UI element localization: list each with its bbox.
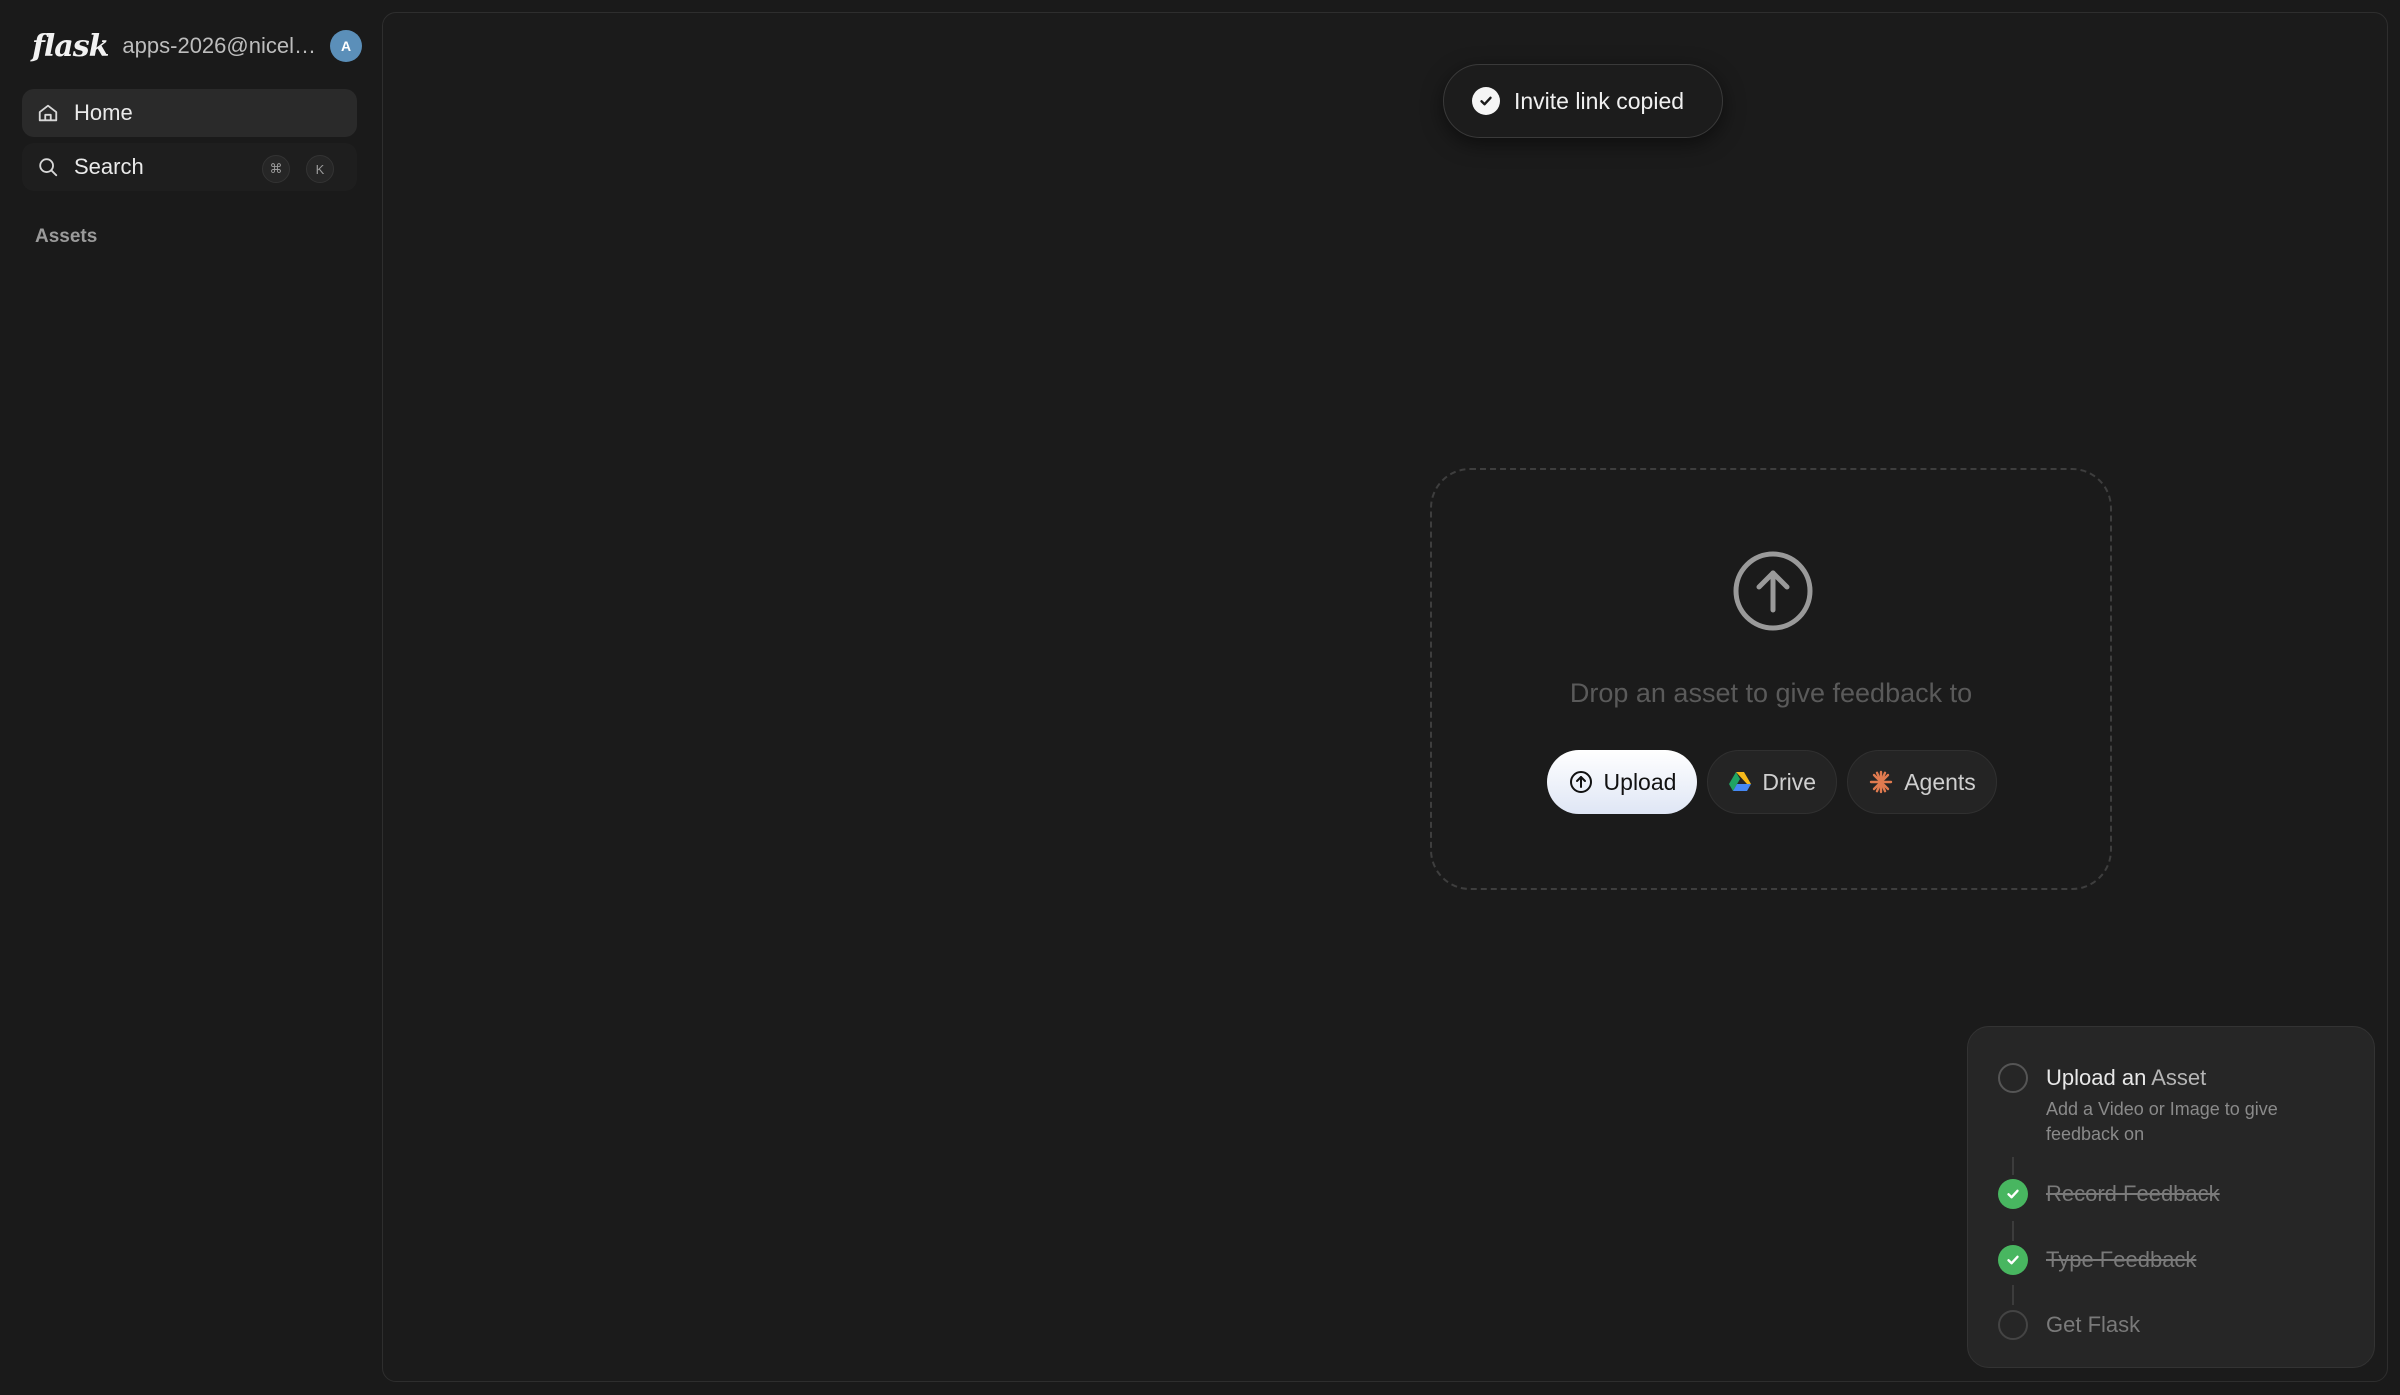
shortcut-k-key: K [306, 155, 334, 183]
sidebar-item-label: Search [74, 154, 144, 179]
step-title: Get Flask [2046, 1312, 2141, 1337]
sidebar-item-home[interactable]: Home [22, 89, 357, 137]
sidebar-item-label: Home [74, 100, 133, 125]
step-title: Upload an Asset [2046, 1063, 2336, 1093]
flask-logo: flask [32, 28, 109, 64]
home-icon [36, 101, 60, 125]
toast-notification: Invite link copied [1443, 64, 1723, 138]
upload-arrow-icon [1732, 550, 1814, 632]
sidebar-item-search[interactable]: Search ⌘ K [22, 143, 357, 191]
drive-button-label: Drive [1762, 768, 1816, 795]
agents-button-label: Agents [1904, 768, 1976, 795]
account-email[interactable]: apps-2026@nicely... [122, 33, 318, 59]
step-title-part: Upload an [2046, 1065, 2147, 1090]
step-connector [2012, 1157, 2014, 1175]
upload-button[interactable]: Upload [1547, 750, 1697, 814]
upload-button-label: Upload [1603, 768, 1677, 795]
sidebar: flask apps-2026@nicely... A Home Search [0, 0, 378, 1395]
check-circle-icon [1472, 87, 1500, 115]
avatar[interactable]: A [330, 30, 362, 62]
step-status-circle-icon [1998, 1063, 2028, 1093]
step-upload-asset[interactable]: Upload an Asset Add a Video or Image to … [1998, 1063, 2336, 1147]
drive-button[interactable]: Drive [1707, 750, 1837, 814]
step-title-part: Asset [2151, 1065, 2207, 1090]
google-drive-icon [1728, 769, 1752, 795]
assets-section-label: Assets [35, 226, 98, 247]
step-connector [2012, 1285, 2014, 1305]
agents-button[interactable]: Agents [1847, 750, 1997, 814]
shortcut-cmd-key: ⌘ [262, 155, 290, 183]
step-status-circle-icon [1998, 1310, 2028, 1340]
toast-text: Invite link copied [1514, 87, 1685, 114]
drop-zone[interactable]: Drop an asset to give feedback to Upload [1430, 468, 2112, 890]
search-icon [36, 155, 60, 179]
check-circle-icon [1998, 1245, 2028, 1275]
onboarding-checklist: Upload an Asset Add a Video or Image to … [1967, 1026, 2375, 1368]
check-circle-icon [1998, 1179, 2028, 1209]
step-connector [2012, 1221, 2014, 1241]
step-get-flask[interactable]: Get Flask [1998, 1310, 2140, 1340]
step-description: Add a Video or Image to give feedback on [2046, 1099, 2278, 1144]
step-type-feedback[interactable]: Type Feedback [1998, 1245, 2196, 1275]
upload-icon [1568, 769, 1594, 795]
step-title: Record Feedback [2046, 1181, 2220, 1206]
drop-zone-text: Drop an asset to give feedback to [1569, 678, 1973, 708]
workspace-header[interactable]: flask apps-2026@nicely... A [32, 26, 362, 66]
upload-options: Upload Drive Agents [1547, 750, 1997, 814]
step-record-feedback[interactable]: Record Feedback [1998, 1179, 2220, 1209]
agents-starburst-icon [1868, 769, 1894, 795]
app-window: flask apps-2026@nicely... A Home Search [0, 0, 2400, 1395]
step-title: Type Feedback [2046, 1247, 2197, 1272]
